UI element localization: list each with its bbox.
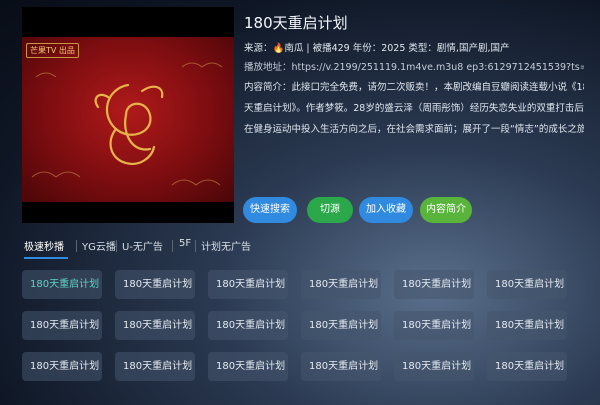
show-title: 180天重启计划 xyxy=(244,14,348,32)
episode-item[interactable]: 180天重启计划 第... xyxy=(487,311,567,340)
info-meta-line: 来源：🔥南瓜 | 被播429 年份：2025 类型：剧情,国产剧,国产 xyxy=(244,43,510,54)
info-synopsis-line-2: 天重启计划》。作者梦筱。28岁的盛云泽（周雨彤饰）经历失恋失业的双重打击后， xyxy=(244,103,584,114)
phoenix-emblem-icon xyxy=(31,62,223,186)
episode-item[interactable]: 180天重启计划 第... xyxy=(394,352,474,381)
episode-item[interactable]: 180天重启计划 第... xyxy=(301,311,381,340)
tab-divider xyxy=(116,240,117,252)
tab-source-1[interactable]: 极速秒播 xyxy=(24,238,64,253)
synopsis-button[interactable]: 内容简介 xyxy=(420,197,472,223)
episode-item[interactable]: 180天重启计划 第... xyxy=(115,311,195,340)
episode-item[interactable]: 180天重启计划 第... xyxy=(115,352,195,381)
add-favorite-button[interactable]: 加入收藏 xyxy=(359,197,413,223)
tab-divider xyxy=(195,240,196,252)
episode-item[interactable]: 180天重启计划 第... xyxy=(22,270,102,299)
episode-item[interactable]: 180天重启计划 第... xyxy=(301,270,381,299)
episode-item[interactable]: 180天重启计划 第... xyxy=(301,352,381,381)
episode-item[interactable]: 180天重启计划 第... xyxy=(208,352,288,381)
quick-search-button[interactable]: 快速搜索 xyxy=(243,197,297,223)
detail-screen: 芒果TV 出品 180天重启计划 来源：🔥南瓜 | 被播429 年份：2025 … xyxy=(0,0,600,405)
info-synopsis-line-1: 内容简介：此接口完全免费，请勿二次贩卖！，本剧改编自豆瓣阅读连载小说《180 xyxy=(244,82,584,93)
info-play-url-line: 播放地址：https://v.2199/251119.1m4ve.m3u8 ep… xyxy=(244,62,584,73)
tab-source-5[interactable]: 计划无广告 xyxy=(201,238,251,253)
episode-item[interactable]: 180天重启计划 第... xyxy=(208,270,288,299)
episode-item[interactable]: 180天重启计划 第... xyxy=(487,270,567,299)
episode-item[interactable]: 180天重启计划 第... xyxy=(115,270,195,299)
poster-artwork: 芒果TV 出品 xyxy=(22,37,234,202)
tab-source-2[interactable]: YG云播 xyxy=(82,238,116,253)
tab-source-3[interactable]: U-无广告 xyxy=(122,238,163,253)
episode-item[interactable]: 180天重启计划 第... xyxy=(394,270,474,299)
info-synopsis-line-3: 在健身运动中投入生活方向之后，在社会需求面前；展开了一段“情志”的成长之旅…… xyxy=(244,124,584,135)
episode-item[interactable]: 180天重启计划 第... xyxy=(394,311,474,340)
episode-item[interactable]: 180天重启计划 第... xyxy=(208,311,288,340)
episode-item[interactable]: 180天重启计划 第... xyxy=(487,352,567,381)
tab-source-4[interactable]: 5F xyxy=(179,238,191,249)
tab-divider xyxy=(172,240,173,252)
tab-divider xyxy=(76,240,77,252)
episode-item[interactable]: 180天重启计划 第... xyxy=(22,352,102,381)
active-tab-indicator xyxy=(24,257,68,259)
switch-source-button[interactable]: 切源 xyxy=(307,197,353,223)
episode-item[interactable]: 180天重启计划 第... xyxy=(22,311,102,340)
poster-video[interactable]: 芒果TV 出品 xyxy=(22,7,234,223)
